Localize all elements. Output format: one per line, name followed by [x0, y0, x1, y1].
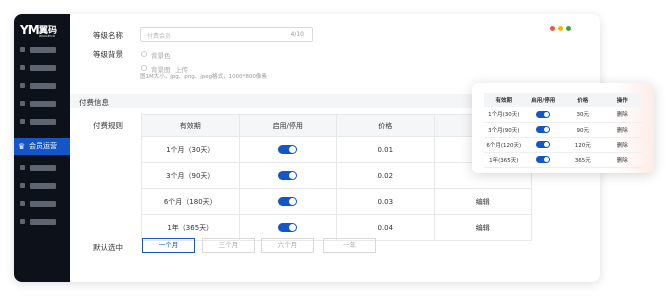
delete-link[interactable]: 删除 — [602, 152, 642, 168]
sidebar-item[interactable] — [30, 65, 56, 71]
delete-link[interactable]: 删除 — [602, 137, 642, 153]
price-cell: 0.03 — [336, 188, 435, 215]
sidebar-item[interactable] — [30, 83, 56, 89]
enable-toggle[interactable] — [278, 223, 298, 232]
period-cell: 3个月(90天) — [484, 122, 524, 138]
nav-icon — [20, 65, 25, 70]
enable-toggle[interactable] — [278, 171, 298, 180]
char-count: 4/10 — [290, 31, 304, 38]
section-title: 付费信息 — [79, 98, 109, 107]
nav-icon — [20, 201, 25, 206]
nav-icon — [20, 219, 25, 224]
nav-icon — [20, 101, 25, 106]
sidebar-item-member-ops[interactable]: ♛ 会员运营 — [14, 138, 70, 155]
popup-table: 有效期 启用/停用 价格 操作 1个月(30天) 30元 删除 3个月(90天)… — [484, 93, 642, 168]
edit-link[interactable]: 编辑 — [433, 214, 532, 241]
enable-toggle[interactable] — [278, 197, 298, 206]
rules-label: 付费规则 — [93, 121, 123, 130]
price-cell: 0.04 — [336, 214, 435, 241]
toggle-cell — [238, 214, 337, 241]
option-one-month[interactable]: 一个月 — [142, 238, 195, 253]
nav-icon — [20, 165, 25, 170]
sidebar-item-label: 会员运营 — [29, 142, 57, 150]
delete-link[interactable]: 删除 — [602, 107, 642, 123]
sidebar-item[interactable] — [30, 101, 56, 107]
enable-toggle[interactable] — [278, 145, 298, 154]
edit-link[interactable]: 编辑 — [433, 188, 532, 215]
column-header: 操作 — [602, 93, 642, 107]
bg-color-radio[interactable] — [141, 51, 147, 57]
column-header: 启用/停用 — [238, 114, 337, 137]
column-header: 价格 — [336, 114, 435, 137]
delete-link[interactable]: 删除 — [602, 122, 642, 138]
period-cell: 6个月（180天） — [141, 188, 240, 215]
toggle-cell — [523, 122, 563, 138]
period-cell: 1年(365天) — [484, 152, 524, 168]
price-cell: 30元 — [563, 107, 603, 123]
table-row: 1年（365天） 0.04 编辑 — [141, 214, 532, 241]
default-select-label: 默认选中 — [93, 243, 123, 252]
table-row: 3个月(90天) 90元 删除 — [484, 122, 642, 138]
period-cell: 3个月（90天） — [141, 162, 240, 189]
toggle-cell — [238, 162, 337, 189]
price-cell: 90元 — [563, 122, 603, 138]
minimize-dot[interactable] — [558, 26, 563, 31]
price-cell: 0.01 — [336, 136, 435, 163]
sidebar-item[interactable] — [30, 165, 56, 171]
table-row: 6个月(120天) 120元 删除 — [484, 137, 642, 153]
price-cell: 365元 — [563, 152, 603, 168]
sidebar: YM 翼码 IMAGECO ♛ 会员运营 — [14, 14, 70, 282]
pricing-popup: 有效期 启用/停用 价格 操作 1个月(30天) 30元 删除 3个月(90天)… — [472, 83, 654, 173]
table-row: 1个月(30天) 30元 删除 — [484, 107, 642, 123]
price-cell: 0.02 — [336, 162, 435, 189]
table-row: 1年(365天) 365元 删除 — [484, 152, 642, 168]
bg-image-radio[interactable] — [141, 65, 147, 71]
price-cell: 120元 — [563, 137, 603, 153]
sidebar-item[interactable] — [30, 219, 56, 225]
option-six-months[interactable]: 六个月 — [261, 238, 314, 253]
option-one-year[interactable]: 一年 — [323, 238, 376, 253]
column-header: 有效期 — [141, 114, 240, 137]
nav-icon — [20, 83, 25, 88]
bg-color-label: 背景色 — [151, 52, 171, 60]
crown-icon: ♛ — [18, 142, 26, 151]
toggle-cell — [238, 136, 337, 163]
period-cell: 1个月(30天) — [484, 107, 524, 123]
level-name-input[interactable]: 付费会员 4/10 — [140, 27, 313, 42]
table-row: 6个月（180天） 0.03 编辑 — [141, 188, 532, 215]
level-name-label: 等级名称 — [93, 31, 123, 40]
maximize-dot[interactable] — [566, 26, 571, 31]
option-three-months[interactable]: 三个月 — [202, 238, 255, 253]
nav-icon — [20, 119, 25, 124]
nav-icon — [20, 47, 25, 52]
brand-logo: YM 翼码 IMAGECO — [20, 23, 58, 38]
sidebar-item[interactable] — [30, 183, 56, 189]
enable-toggle[interactable] — [536, 126, 551, 133]
close-dot[interactable] — [550, 26, 555, 31]
nav-icon — [20, 183, 25, 188]
toggle-cell — [523, 107, 563, 123]
toggle-cell — [238, 188, 337, 215]
column-header: 启用/停用 — [523, 93, 563, 107]
period-cell: 1年（365天） — [141, 214, 240, 241]
enable-toggle[interactable] — [536, 141, 551, 148]
enable-toggle[interactable] — [536, 156, 551, 163]
toggle-cell — [523, 152, 563, 168]
column-header: 价格 — [563, 93, 603, 107]
sidebar-item[interactable] — [30, 201, 56, 207]
upload-hint: 图1M大小，jpg、png、jpeg格式，1000*800像素 — [140, 74, 267, 80]
period-cell: 6个月(120天) — [484, 137, 524, 153]
period-cell: 1个月（30天） — [141, 136, 240, 163]
column-header: 有效期 — [484, 93, 524, 107]
sidebar-item[interactable] — [30, 47, 56, 53]
background-label: 等级背景 — [93, 50, 123, 59]
toggle-cell — [523, 137, 563, 153]
sidebar-item[interactable] — [30, 119, 56, 125]
enable-toggle[interactable] — [536, 110, 551, 118]
